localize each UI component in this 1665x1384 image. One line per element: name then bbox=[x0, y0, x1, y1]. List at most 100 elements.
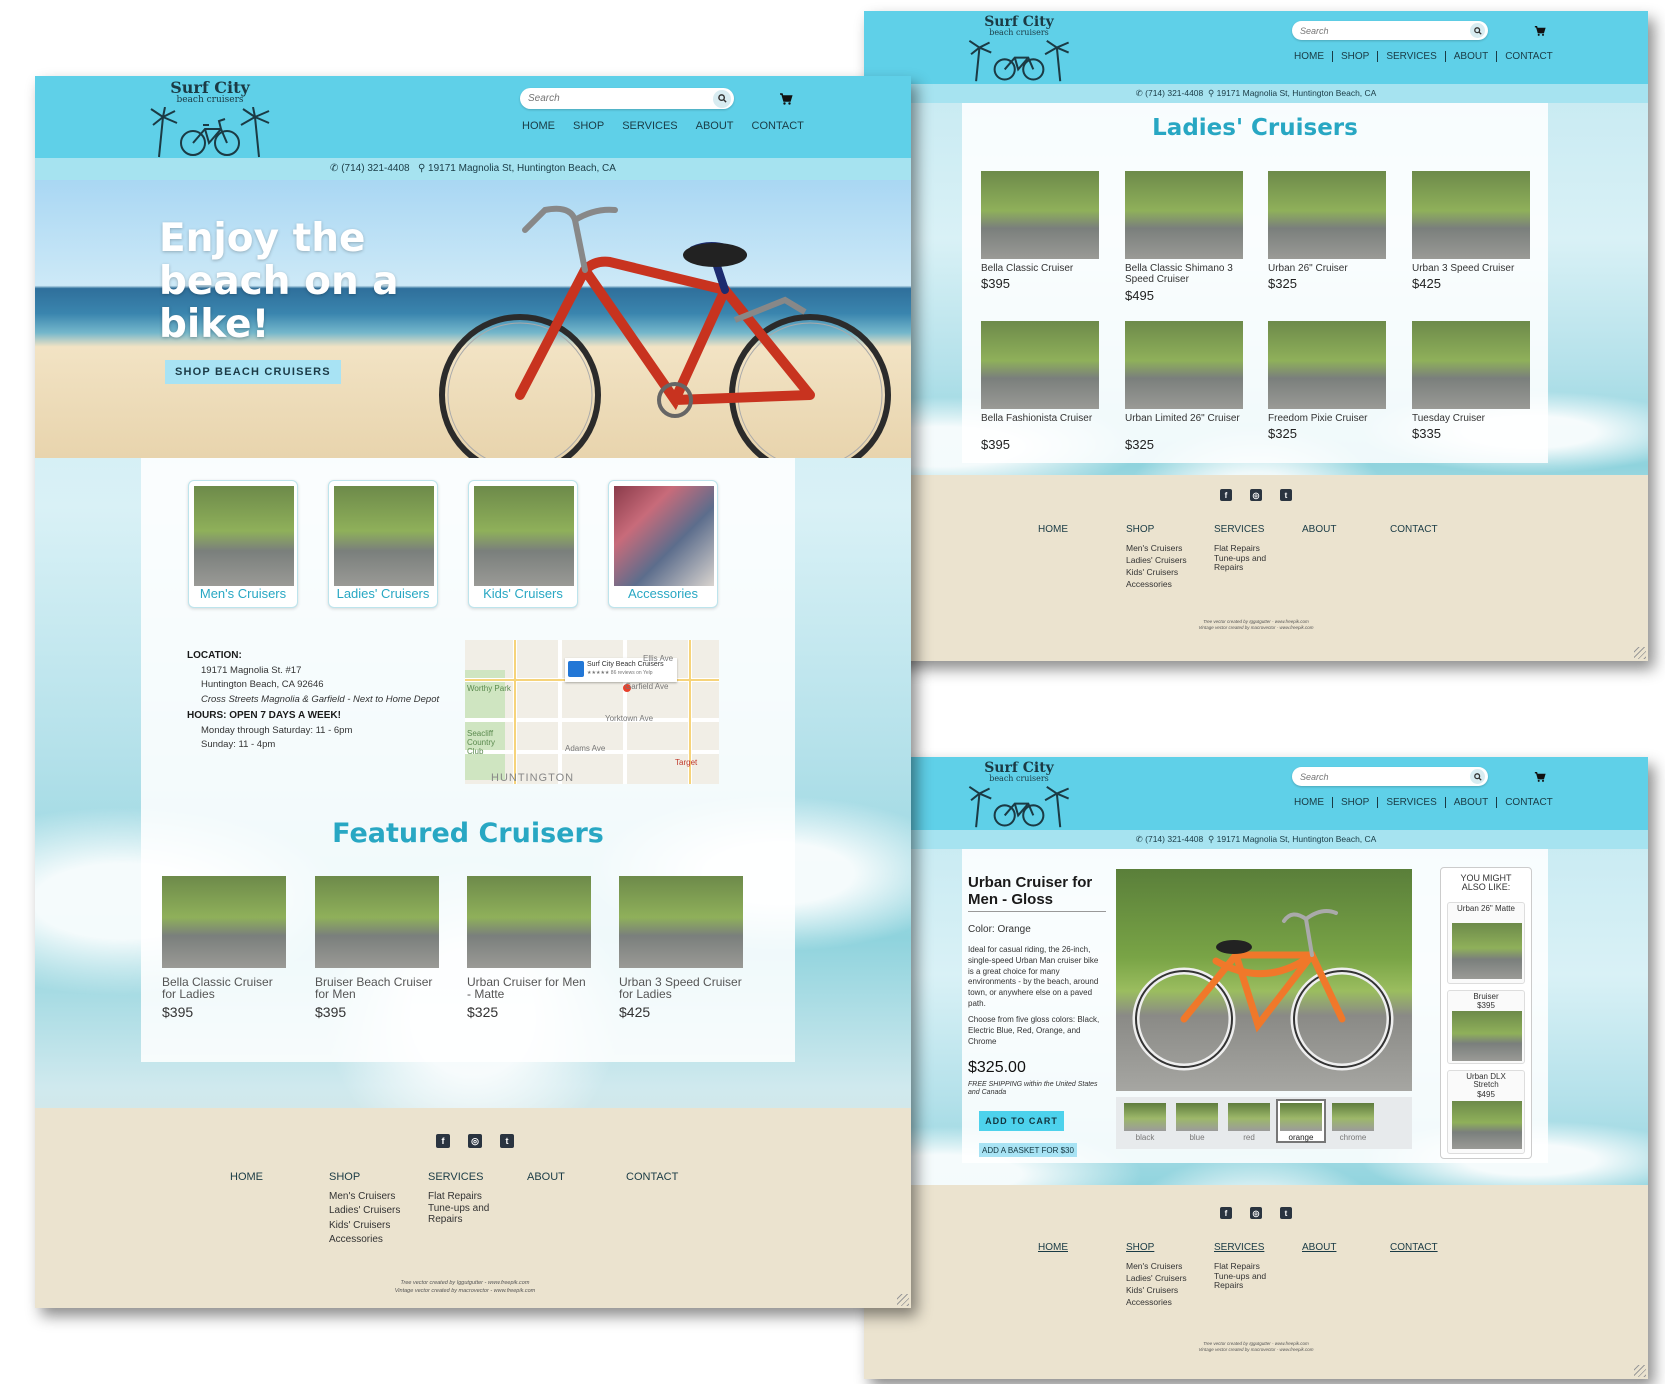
footer-contact-link[interactable]: CONTACT bbox=[626, 1170, 678, 1186]
facebook-icon[interactable]: f bbox=[436, 1134, 450, 1148]
color-thumb-chrome[interactable]: chrome bbox=[1330, 1101, 1376, 1142]
product-card[interactable]: Urban 26" Cruiser $325 bbox=[1268, 171, 1386, 305]
instagram-icon[interactable]: ◎ bbox=[468, 1134, 482, 1148]
site-logo[interactable]: Surf City beach cruisers bbox=[964, 15, 1074, 83]
nav-about[interactable]: ABOUT bbox=[696, 120, 734, 132]
suggestion-card[interactable]: Urban 26" Matte bbox=[1447, 902, 1525, 984]
color-thumb-red[interactable]: red bbox=[1226, 1101, 1272, 1142]
search-bar[interactable] bbox=[520, 88, 734, 109]
resize-handle[interactable] bbox=[1634, 1365, 1646, 1377]
address[interactable]: 19171 Magnolia St, Huntington Beach, CA bbox=[428, 163, 616, 174]
footer-shop-link[interactable]: SHOP bbox=[1126, 1241, 1187, 1256]
product-card[interactable]: Urban 3 Speed Cruiser $425 bbox=[1412, 171, 1530, 305]
cart-icon[interactable] bbox=[779, 92, 793, 106]
twitter-icon[interactable]: t bbox=[500, 1134, 514, 1148]
footer-mens-link[interactable]: Men's Cruisers bbox=[1126, 1261, 1182, 1271]
footer-kids-link[interactable]: Kids' Cruisers bbox=[1126, 1285, 1178, 1295]
featured-product[interactable]: Urban Cruiser for Men - Matte $325 bbox=[467, 876, 591, 1026]
color-thumb-blue[interactable]: blue bbox=[1174, 1101, 1220, 1142]
footer-accessories-link[interactable]: Accessories bbox=[1126, 1297, 1172, 1307]
resize-handle[interactable] bbox=[897, 1294, 909, 1306]
suggestion-card[interactable]: Urban DLX Stretch $495 bbox=[1447, 1070, 1525, 1154]
address[interactable]: 19171 Magnolia St, Huntington Beach, CA bbox=[1217, 834, 1377, 844]
phone-number[interactable]: (714) 321-4408 bbox=[1145, 88, 1203, 98]
nav-home[interactable]: HOME bbox=[1286, 797, 1332, 808]
location-map[interactable]: Surf City Beach Cruisers ★★★★★ 86 review… bbox=[465, 640, 719, 784]
color-thumb-orange[interactable]: orange bbox=[1276, 1099, 1326, 1143]
footer-tuneups-link[interactable]: Tune-ups and Repairs bbox=[428, 1204, 500, 1225]
footer-accessories-link[interactable]: Accessories bbox=[1126, 579, 1172, 589]
footer-tuneups-link[interactable]: Tune-ups and Repairs bbox=[1214, 1271, 1278, 1290]
footer-kids-link[interactable]: Kids' Cruisers bbox=[1126, 567, 1178, 577]
footer-flat-repairs-link[interactable]: Flat Repairs bbox=[1214, 543, 1260, 553]
footer-ladies-link[interactable]: Ladies' Cruisers bbox=[329, 1205, 400, 1216]
footer-ladies-link[interactable]: Ladies' Cruisers bbox=[1126, 555, 1187, 565]
category-accessories[interactable]: Accessories bbox=[608, 480, 718, 608]
nav-home[interactable]: HOME bbox=[1286, 51, 1332, 62]
search-input[interactable] bbox=[1292, 25, 1470, 36]
footer-mens-link[interactable]: Men's Cruisers bbox=[329, 1191, 395, 1202]
footer-flat-repairs-link[interactable]: Flat Repairs bbox=[428, 1191, 482, 1202]
featured-product[interactable]: Bella Classic Cruiser for Ladies $395 bbox=[162, 876, 286, 1026]
footer-services-link[interactable]: SERVICES bbox=[1214, 1241, 1278, 1256]
product-card[interactable]: Urban Limited 26" Cruiser $325 bbox=[1125, 321, 1243, 455]
suggestion-card[interactable]: Bruiser $395 bbox=[1447, 990, 1525, 1064]
footer-contact-link[interactable]: CONTACT bbox=[1390, 523, 1438, 538]
nav-contact[interactable]: CONTACT bbox=[752, 120, 804, 132]
footer-ladies-link[interactable]: Ladies' Cruisers bbox=[1126, 1273, 1187, 1283]
search-button[interactable] bbox=[713, 89, 731, 108]
facebook-icon[interactable]: f bbox=[1220, 1207, 1232, 1219]
footer-shop-link[interactable]: SHOP bbox=[1126, 523, 1187, 538]
nav-shop[interactable]: SHOP bbox=[1332, 797, 1377, 808]
twitter-icon[interactable]: t bbox=[1280, 1207, 1292, 1219]
facebook-icon[interactable]: f bbox=[1220, 489, 1232, 501]
resize-handle[interactable] bbox=[1634, 647, 1646, 659]
add-to-cart-button[interactable]: ADD TO CART bbox=[979, 1111, 1064, 1131]
featured-product[interactable]: Urban 3 Speed Cruiser for Ladies $425 bbox=[619, 876, 743, 1026]
nav-contact[interactable]: CONTACT bbox=[1496, 51, 1561, 62]
site-logo[interactable]: Surf City beach cruisers bbox=[964, 761, 1074, 829]
product-card[interactable]: Freedom Pixie Cruiser $325 bbox=[1268, 321, 1386, 455]
category-ladies-cruisers[interactable]: Ladies' Cruisers bbox=[328, 480, 438, 608]
category-mens-cruisers[interactable]: Men's Cruisers bbox=[188, 480, 298, 608]
product-card[interactable]: Bella Fashionista Cruiser $395 bbox=[981, 321, 1099, 455]
search-bar[interactable] bbox=[1292, 21, 1488, 40]
footer-flat-repairs-link[interactable]: Flat Repairs bbox=[1214, 1261, 1260, 1271]
phone-number[interactable]: (714) 321-4408 bbox=[1145, 834, 1203, 844]
product-card[interactable]: Bella Classic Cruiser $395 bbox=[981, 171, 1099, 305]
search-button[interactable] bbox=[1470, 23, 1485, 38]
footer-mens-link[interactable]: Men's Cruisers bbox=[1126, 543, 1182, 553]
footer-about-link[interactable]: ABOUT bbox=[1302, 1241, 1336, 1256]
footer-contact-link[interactable]: CONTACT bbox=[1390, 1241, 1438, 1256]
search-bar[interactable] bbox=[1292, 767, 1488, 786]
twitter-icon[interactable]: t bbox=[1280, 489, 1292, 501]
shop-beach-cruisers-button[interactable]: SHOP BEACH CRUISERS bbox=[165, 360, 341, 384]
search-input[interactable] bbox=[1292, 771, 1470, 782]
category-kids-cruisers[interactable]: Kids' Cruisers bbox=[468, 480, 578, 608]
nav-about[interactable]: ABOUT bbox=[1444, 797, 1496, 808]
footer-kids-link[interactable]: Kids' Cruisers bbox=[329, 1220, 390, 1231]
nav-shop[interactable]: SHOP bbox=[573, 120, 604, 132]
instagram-icon[interactable]: ◎ bbox=[1250, 489, 1262, 501]
nav-contact[interactable]: CONTACT bbox=[1496, 797, 1561, 808]
nav-home[interactable]: HOME bbox=[522, 120, 555, 132]
add-basket-button[interactable]: ADD A BASKET FOR $30 bbox=[979, 1143, 1077, 1157]
footer-home-link[interactable]: HOME bbox=[1038, 523, 1068, 538]
cart-icon[interactable] bbox=[1534, 771, 1546, 783]
address[interactable]: 19171 Magnolia St, Huntington Beach, CA bbox=[1217, 88, 1377, 98]
footer-tuneups-link[interactable]: Tune-ups and Repairs bbox=[1214, 553, 1278, 572]
nav-services[interactable]: SERVICES bbox=[1377, 797, 1444, 808]
nav-services[interactable]: SERVICES bbox=[622, 120, 677, 132]
footer-accessories-link[interactable]: Accessories bbox=[329, 1234, 383, 1245]
footer-shop-link[interactable]: SHOP bbox=[329, 1170, 400, 1186]
search-button[interactable] bbox=[1470, 769, 1485, 784]
nav-about[interactable]: ABOUT bbox=[1444, 51, 1496, 62]
color-thumb-black[interactable]: black bbox=[1122, 1101, 1168, 1142]
footer-about-link[interactable]: ABOUT bbox=[1302, 523, 1336, 538]
phone-number[interactable]: (714) 321-4408 bbox=[341, 163, 409, 174]
nav-shop[interactable]: SHOP bbox=[1332, 51, 1377, 62]
instagram-icon[interactable]: ◎ bbox=[1250, 1207, 1262, 1219]
footer-services-link[interactable]: SERVICES bbox=[428, 1170, 500, 1186]
footer-home-link[interactable]: HOME bbox=[1038, 1241, 1068, 1256]
site-logo[interactable]: Surf City beach cruisers bbox=[145, 80, 275, 159]
